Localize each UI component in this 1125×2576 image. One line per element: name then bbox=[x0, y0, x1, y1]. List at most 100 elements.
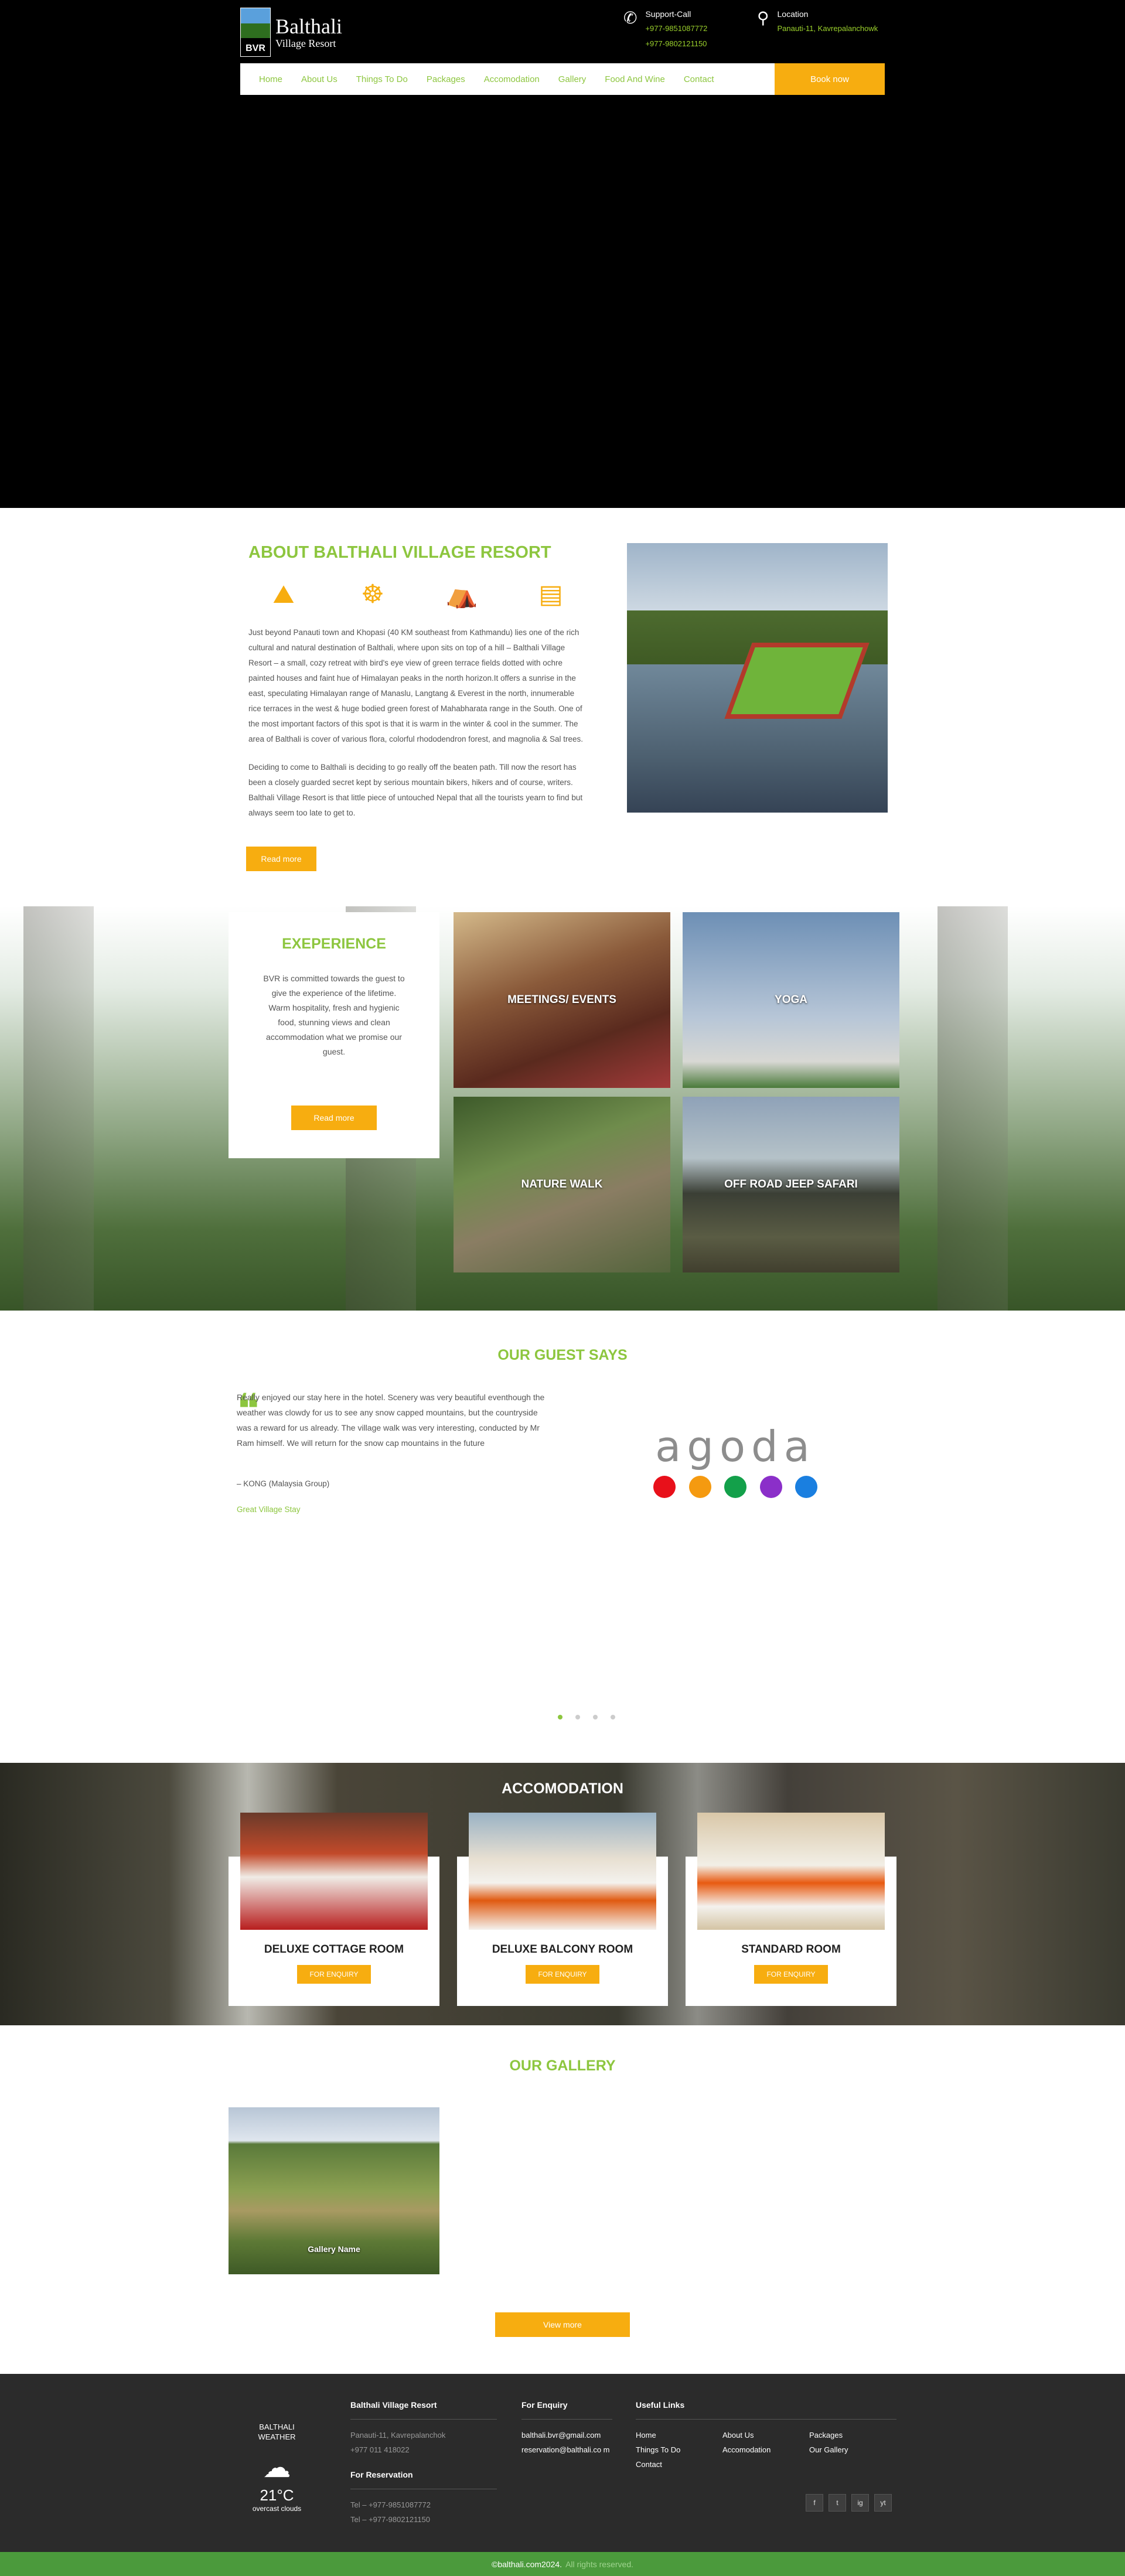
agoda-dot bbox=[759, 1476, 782, 1498]
location: ⚲ Location Panauti-11, Kavrepalanchowk bbox=[757, 9, 878, 36]
social-links: f t ig yt bbox=[806, 2494, 897, 2512]
testimonial-quote: Really enjoyed our stay here in the hote… bbox=[237, 1393, 545, 1448]
footer-link-home[interactable]: Home bbox=[636, 2428, 722, 2442]
tile-yoga[interactable]: YOGA bbox=[683, 912, 899, 1088]
footer-tel-2[interactable]: Tel – +977-9802121150 bbox=[350, 2512, 497, 2527]
copyright-text: ©balthali.com2024. bbox=[492, 2559, 562, 2569]
carousel-dot-1[interactable] bbox=[558, 1715, 562, 1719]
about-paragraph-1: Just beyond Panauti town and Khopasi (40… bbox=[248, 628, 584, 743]
guest-testimonials: OUR GUEST SAYS ❝ Really enjoyed our stay… bbox=[0, 1311, 1125, 1763]
location-label: Location bbox=[777, 9, 809, 19]
agoda-dots bbox=[653, 1476, 817, 1498]
about-section: ABOUT BALTHALI VILLAGE RESORT ⛰ ☸ ⛺ ▤ Ju… bbox=[0, 508, 1125, 906]
footer-link-packages[interactable]: Packages bbox=[809, 2428, 896, 2442]
cloud-icon: ☁ bbox=[262, 2452, 291, 2483]
meditation-icon: ☸ bbox=[361, 580, 384, 609]
room-card: STANDARD ROOM FOR ENQUIRY bbox=[686, 1813, 896, 2006]
main-nav: Home About Us Things To Do Packages Acco… bbox=[240, 63, 885, 95]
footer-address: Panauti-11, Kavrepalanchok bbox=[350, 2431, 446, 2439]
footer-email-1[interactable]: balthali.bvr@gmail.com bbox=[521, 2428, 615, 2442]
experience-text: BVR is committed towards the guest to gi… bbox=[263, 974, 405, 1056]
about-read-more-button[interactable]: Read more bbox=[246, 847, 316, 871]
tile-jeep-safari[interactable]: OFF ROAD JEEP SAFARI bbox=[683, 1097, 899, 1272]
gallery-item-name: Gallery Name bbox=[308, 2244, 360, 2254]
room-photo[interactable] bbox=[697, 1813, 885, 1930]
footer-phone[interactable]: +977 011 418022 bbox=[350, 2442, 497, 2457]
room-photo[interactable] bbox=[240, 1813, 428, 1930]
enquiry-button[interactable]: FOR ENQUIRY bbox=[297, 1965, 371, 1984]
footer-link-accomodation[interactable]: Accomodation bbox=[722, 2442, 809, 2457]
enquiry-button[interactable]: FOR ENQUIRY bbox=[526, 1965, 599, 1984]
testimonial-author: – KONG (Malaysia Group) bbox=[237, 1479, 330, 1488]
carousel-dot-3[interactable] bbox=[593, 1715, 598, 1719]
tile-nature-walk[interactable]: NATURE WALK bbox=[454, 1097, 670, 1272]
youtube-icon[interactable]: yt bbox=[874, 2494, 892, 2512]
footer-resort-title: Balthali Village Resort bbox=[350, 2400, 437, 2410]
instagram-icon[interactable]: ig bbox=[851, 2494, 869, 2512]
tile-meetings-events[interactable]: MEETINGS/ EVENTS bbox=[454, 912, 670, 1088]
support-phone-1[interactable]: +977-9851087772 bbox=[645, 21, 707, 36]
location-value: Panauti-11, Kavrepalanchowk bbox=[777, 24, 878, 33]
map-pin-icon: ⚲ bbox=[757, 9, 769, 27]
weather-line2: WEATHER bbox=[258, 2432, 296, 2441]
facebook-icon[interactable]: f bbox=[806, 2494, 823, 2512]
agoda-dot bbox=[724, 1476, 746, 1498]
carousel-dot-2[interactable] bbox=[575, 1715, 580, 1719]
gallery-title: OUR GALLERY bbox=[509, 2058, 616, 2074]
footer-links-title: Useful Links bbox=[636, 2400, 685, 2410]
nav-packages[interactable]: Packages bbox=[427, 74, 465, 84]
support-phone-2[interactable]: +977-9802121150 bbox=[645, 36, 707, 52]
experience-card: EXEPERIENCE BVR is committed towards the… bbox=[229, 912, 439, 1158]
about-resort-photo bbox=[627, 543, 888, 813]
nav-accomodation[interactable]: Accomodation bbox=[484, 74, 540, 84]
logo-text: Balthali Village Resort bbox=[275, 15, 342, 49]
footer-link-things-to-do[interactable]: Things To Do bbox=[636, 2442, 722, 2457]
twitter-icon[interactable]: t bbox=[829, 2494, 846, 2512]
testimonial-source[interactable]: Great Village Stay bbox=[237, 1505, 301, 1514]
footer-link-about-us[interactable]: About Us bbox=[722, 2428, 809, 2442]
phone-icon: ✆ bbox=[623, 9, 638, 27]
nav-gallery[interactable]: Gallery bbox=[558, 74, 587, 84]
footer-links: Home About Us Packages Things To Do Acco… bbox=[636, 2428, 896, 2472]
footer-reservation-title: For Reservation bbox=[350, 2470, 413, 2479]
weather-line1: BALTHALI bbox=[259, 2423, 295, 2431]
mountain-icon: ⛰ bbox=[272, 580, 295, 609]
room-card: DELUXE COTTAGE ROOM FOR ENQUIRY bbox=[229, 1813, 439, 2006]
experience-title: EXEPERIENCE bbox=[282, 936, 386, 952]
footer-enquiry-title: For Enquiry bbox=[521, 2400, 568, 2410]
support-label: Support-Call bbox=[645, 9, 691, 19]
forest-tree bbox=[938, 906, 1008, 1311]
gallery-section: OUR GALLERY Gallery Name View more bbox=[0, 2025, 1125, 2374]
nav-food-and-wine[interactable]: Food And Wine bbox=[605, 74, 665, 84]
guests-title: OUR GUEST SAYS bbox=[497, 1347, 628, 1363]
agoda-wordmark: agoda bbox=[655, 1422, 816, 1471]
enquiry-button[interactable]: FOR ENQUIRY bbox=[754, 1965, 828, 1984]
agoda-dot bbox=[653, 1476, 676, 1498]
footer-email-2[interactable]: reservation@balthali.co m bbox=[521, 2442, 615, 2457]
footer-tel-1[interactable]: Tel – +977-9851087772 bbox=[350, 2497, 497, 2512]
room-name: DELUXE BALCONY ROOM bbox=[492, 1943, 633, 1956]
logo[interactable]: BVR Balthali Village Resort bbox=[240, 7, 346, 57]
book-now-button[interactable]: Book now bbox=[775, 63, 885, 95]
divider bbox=[521, 2419, 612, 2420]
room-photo[interactable] bbox=[469, 1813, 656, 1930]
footer-link-our-gallery[interactable]: Our Gallery bbox=[809, 2442, 896, 2457]
nav-about-us[interactable]: About Us bbox=[301, 74, 338, 84]
nav-contact[interactable]: Contact bbox=[684, 74, 714, 84]
footer-links-col: Useful Links Home About Us Packages Thin… bbox=[636, 2400, 896, 2472]
footer-link-contact[interactable]: Contact bbox=[636, 2457, 722, 2472]
hiking-icon: ⛺ bbox=[445, 580, 478, 609]
agoda-dot bbox=[795, 1476, 817, 1498]
nav-things-to-do[interactable]: Things To Do bbox=[356, 74, 408, 84]
carousel-dot-4[interactable] bbox=[611, 1715, 615, 1719]
accomodation-section: ACCOMODATION DELUXE COTTAGE ROOM FOR ENQ… bbox=[0, 1763, 1125, 2025]
gallery-item[interactable]: Gallery Name bbox=[229, 2107, 439, 2274]
site-footer: BALTHALI WEATHER ☁ 21°C overcast clouds … bbox=[0, 2374, 1125, 2552]
experience-read-more-button[interactable]: Read more bbox=[291, 1106, 377, 1130]
divider bbox=[350, 2419, 497, 2420]
room-name: DELUXE COTTAGE ROOM bbox=[264, 1943, 404, 1956]
nav-home[interactable]: Home bbox=[259, 74, 282, 84]
view-more-button[interactable]: View more bbox=[495, 2312, 630, 2337]
about-text: Just beyond Panauti town and Khopasi (40… bbox=[248, 625, 586, 834]
photo-lawn bbox=[724, 643, 870, 719]
